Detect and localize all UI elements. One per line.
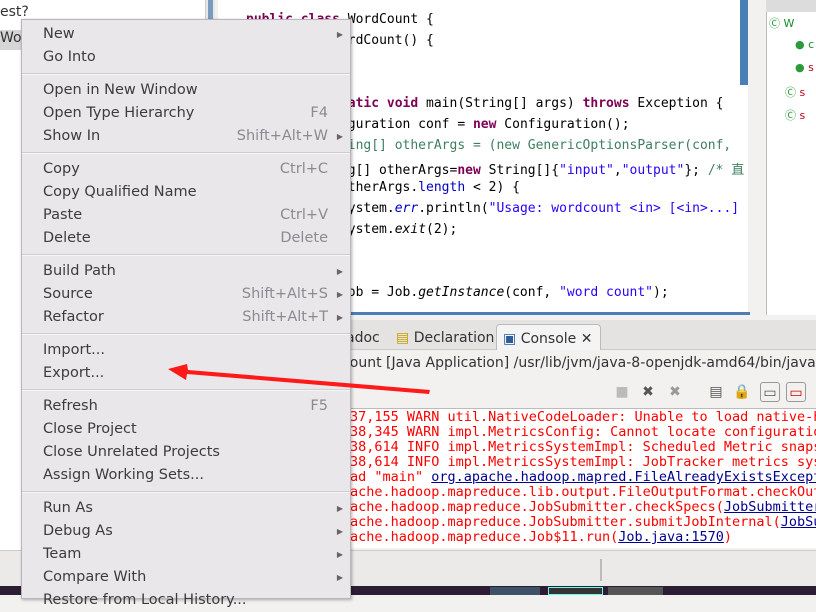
annotation-arrow bbox=[168, 364, 430, 394]
red-arrow-icon bbox=[168, 364, 430, 394]
